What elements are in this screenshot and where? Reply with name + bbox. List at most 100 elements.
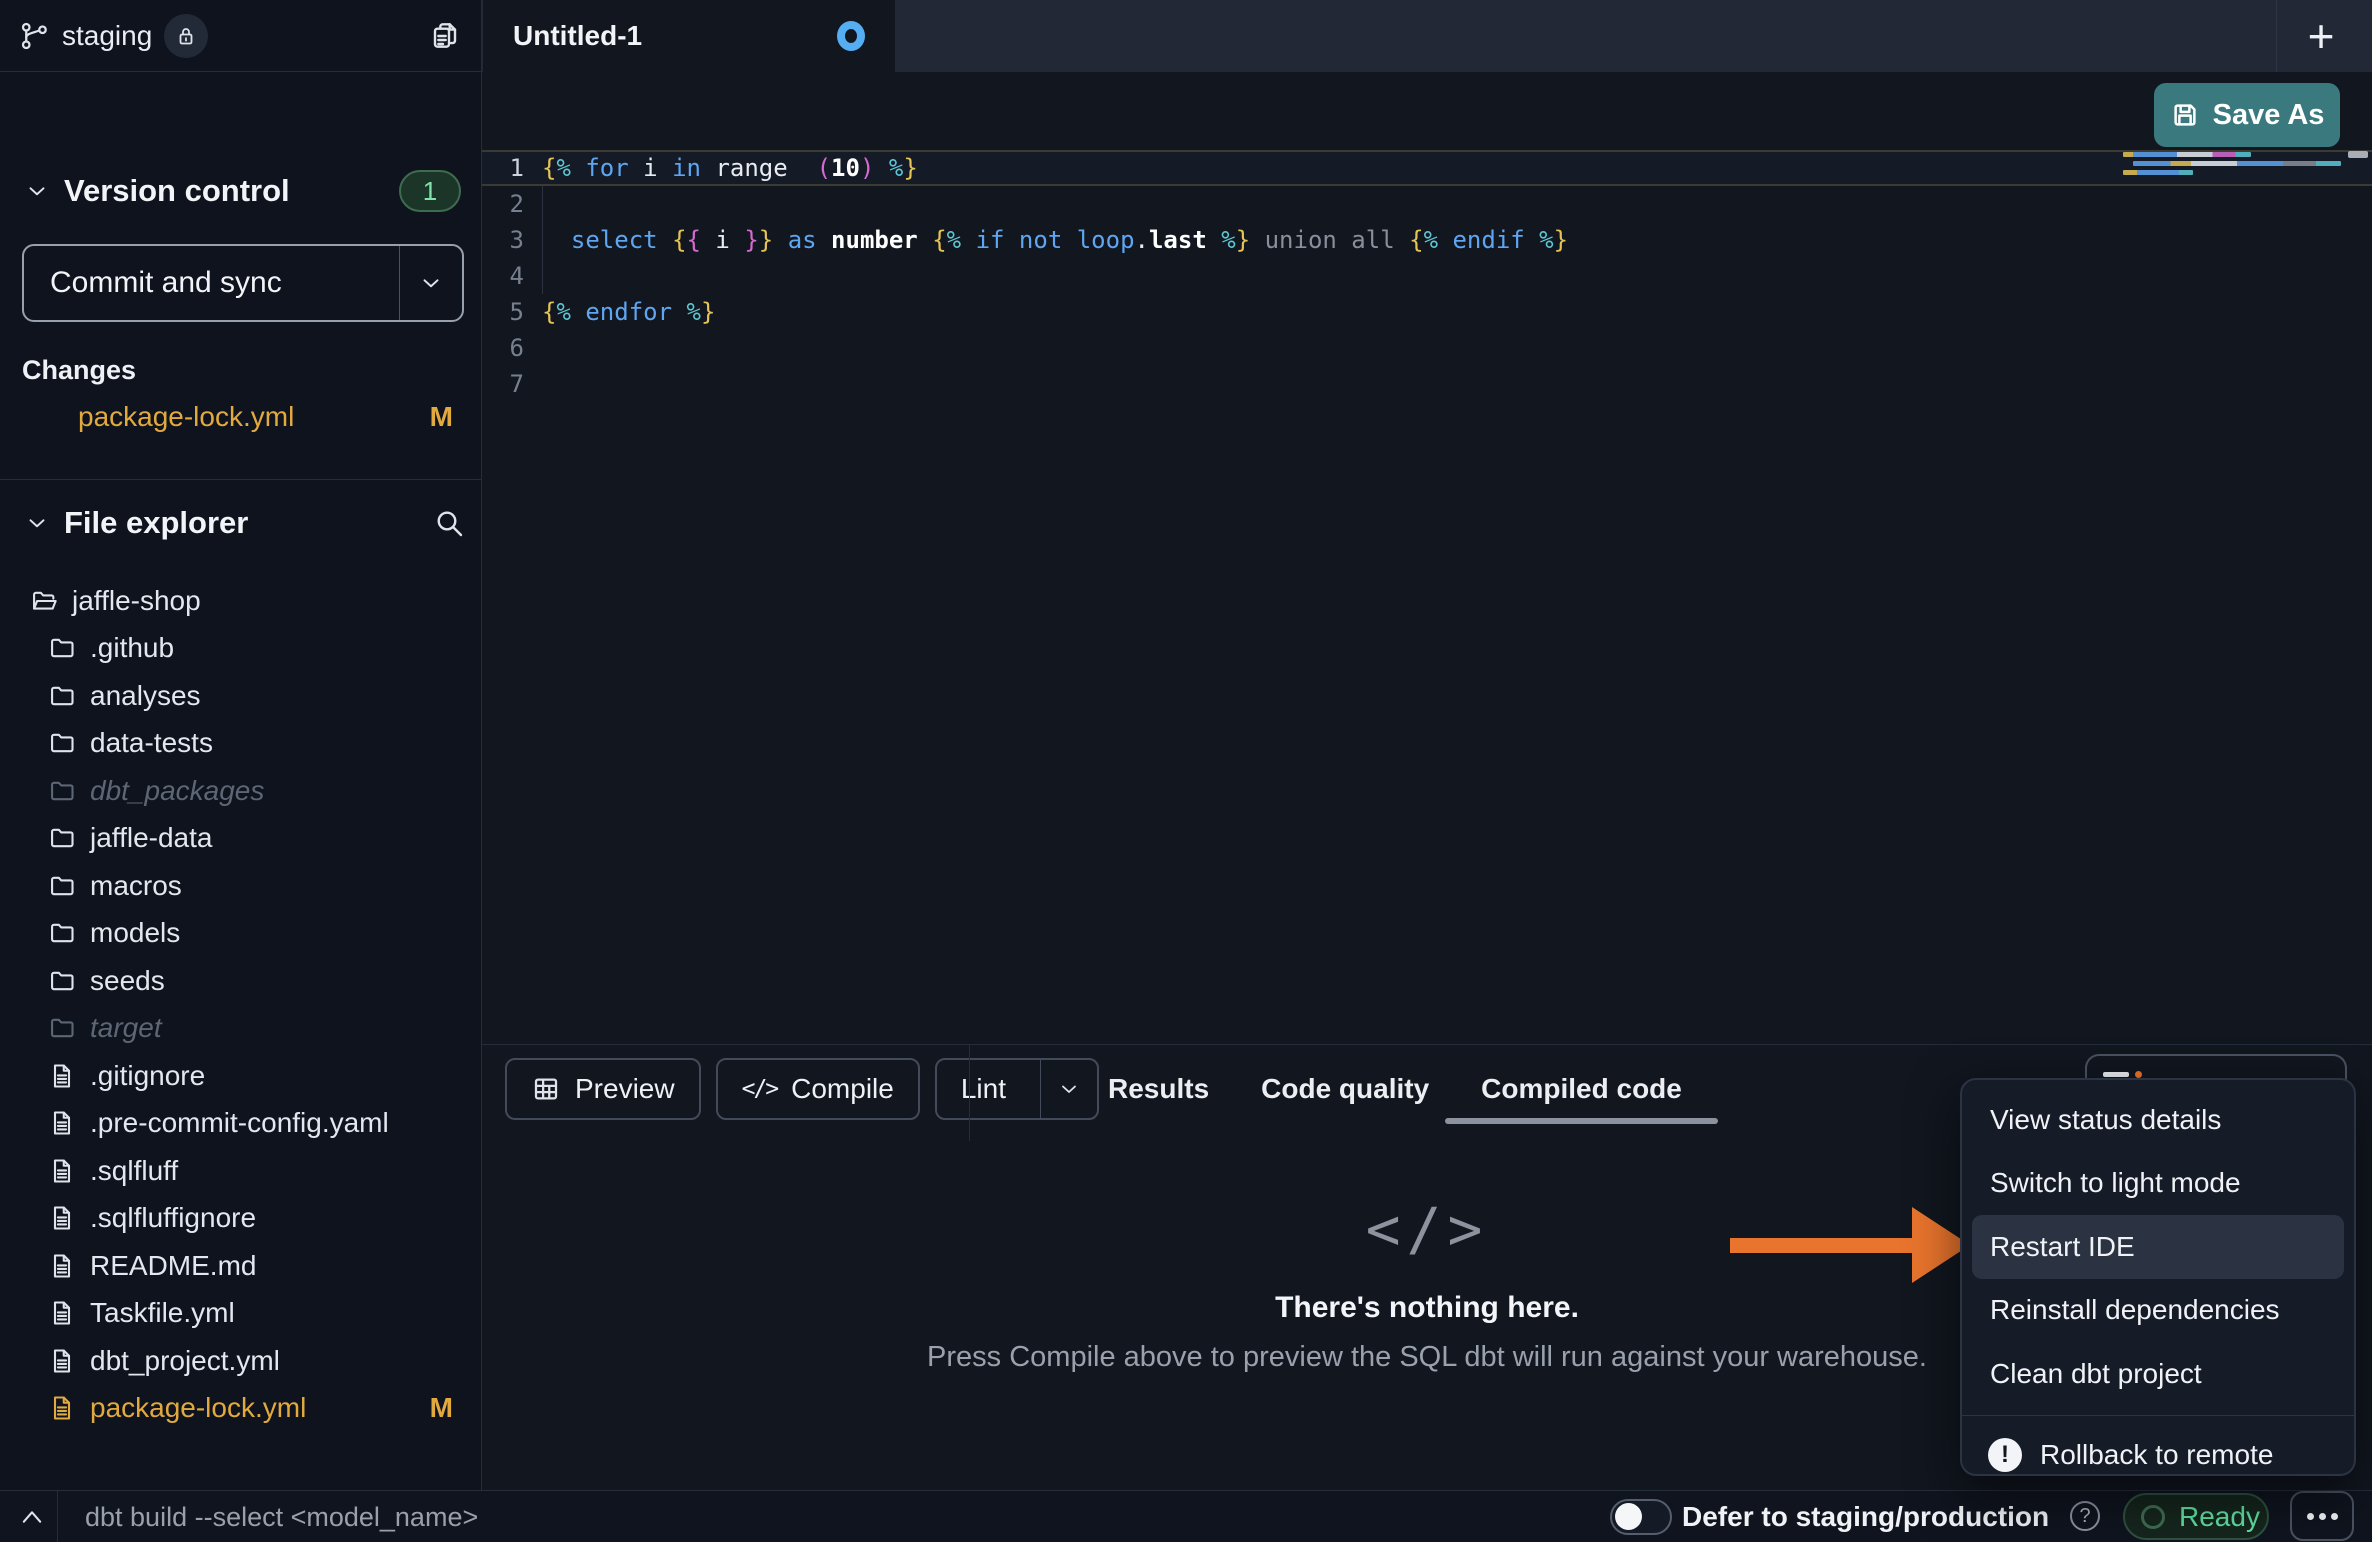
- folder-open-icon: [30, 587, 58, 615]
- file-tree-item--sqlfluffignore[interactable]: .sqlfluffignore: [0, 1195, 481, 1243]
- results-tab-results[interactable]: Results: [1108, 1073, 1209, 1105]
- editor-scrollbar[interactable]: [2348, 151, 2368, 158]
- copy-icon[interactable]: [429, 20, 461, 52]
- changes-label: Changes: [22, 355, 136, 386]
- file-explorer-title: File explorer: [64, 505, 248, 541]
- file-tree-item-package-lock-yml[interactable]: package-lock.yml M: [0, 1385, 481, 1433]
- code-area[interactable]: 1 {% for i in range (10) %} 2 3 select {…: [482, 150, 2372, 1044]
- menu-item-reinstall-dependencies[interactable]: Reinstall dependencies: [1962, 1279, 2354, 1343]
- menu-item-view-status-details[interactable]: View status details: [1962, 1088, 2354, 1152]
- file-tree-item--sqlfluff[interactable]: .sqlfluff: [0, 1147, 481, 1195]
- branch-readonly-chip: [164, 14, 208, 58]
- command-input[interactable]: dbt build --select <model_name>: [85, 1491, 478, 1542]
- file-tree-item--pre-commit-config-yaml[interactable]: .pre-commit-config.yaml: [0, 1100, 481, 1148]
- file-tree-item-label: jaffle-shop: [72, 585, 201, 617]
- file-icon: [48, 1204, 76, 1232]
- folder-icon: [48, 682, 76, 710]
- code-line[interactable]: 2: [482, 186, 2372, 222]
- file-tree-item-macros[interactable]: macros: [0, 862, 481, 910]
- file-tree-item-label: dbt_packages: [90, 775, 264, 807]
- results-tab-compiled-code[interactable]: Compiled code: [1481, 1073, 1682, 1105]
- chevron-down-icon: [24, 178, 50, 204]
- chevron-up-icon[interactable]: [18, 1505, 46, 1529]
- file-icon: [48, 1299, 76, 1327]
- folder-icon: [48, 967, 76, 995]
- minimap[interactable]: [2123, 152, 2345, 179]
- file-tree-item-dbt-packages[interactable]: dbt_packages: [0, 767, 481, 815]
- lint-button[interactable]: Lint: [935, 1058, 1099, 1120]
- modified-badge: M: [430, 1392, 453, 1424]
- menu-item-switch-to-light-mode[interactable]: Switch to light mode: [1962, 1152, 2354, 1216]
- folder-icon: [48, 919, 76, 947]
- search-icon[interactable]: [433, 507, 465, 539]
- file-tree-item-label: data-tests: [90, 727, 213, 759]
- changes-count-badge: 1: [399, 170, 461, 212]
- lint-options-dropdown[interactable]: [1040, 1060, 1097, 1118]
- file-tree-item-data-tests[interactable]: data-tests: [0, 720, 481, 768]
- tab-untitled-1[interactable]: Untitled-1: [483, 0, 895, 72]
- version-control-header[interactable]: Version control 1: [24, 170, 461, 212]
- line-number: 6: [482, 334, 524, 362]
- line-number: 2: [482, 190, 524, 218]
- results-tabs: Results Code quality Compiled code: [1108, 1058, 1682, 1120]
- modified-badge: M: [430, 401, 453, 433]
- menu-divider: [1962, 1415, 2354, 1416]
- menu-item-clean-dbt-project[interactable]: Clean dbt project: [1962, 1342, 2354, 1406]
- file-tree-item-target[interactable]: target: [0, 1005, 481, 1053]
- new-tab-button[interactable]: +: [2278, 0, 2364, 72]
- code-icon: </>: [742, 1076, 778, 1102]
- file-icon: [48, 1109, 76, 1137]
- file-tree-item-label: .github: [90, 632, 174, 664]
- file-tree-item-seeds[interactable]: seeds: [0, 957, 481, 1005]
- defer-label: Defer to staging/production: [1682, 1491, 2049, 1542]
- preview-button[interactable]: Preview: [505, 1058, 701, 1120]
- file-tree-item-dbt-project-yml[interactable]: dbt_project.yml: [0, 1337, 481, 1385]
- results-tab-code-quality[interactable]: Code quality: [1261, 1073, 1429, 1105]
- file-tree-item-label: jaffle-data: [90, 822, 212, 854]
- save-as-button[interactable]: Save As: [2154, 83, 2340, 147]
- file-tree-item-analyses[interactable]: analyses: [0, 672, 481, 720]
- code-line[interactable]: 5 {% endfor %}: [482, 294, 2372, 330]
- file-explorer-header[interactable]: File explorer: [24, 505, 465, 541]
- dbt-ide-app: staging Version control 1 Commit and syn…: [0, 0, 2372, 1542]
- file-tree-item-taskfile-yml[interactable]: Taskfile.yml: [0, 1290, 481, 1338]
- file-tree-item--github[interactable]: .github: [0, 625, 481, 673]
- file-tree-item-models[interactable]: models: [0, 910, 481, 958]
- chevron-down-icon: [24, 510, 50, 536]
- code-line[interactable]: 7: [482, 366, 2372, 402]
- file-tree-item-label: seeds: [90, 965, 165, 997]
- folder-icon: [48, 872, 76, 900]
- file-explorer-section: File explorer jaffle-shop .github: [0, 480, 481, 1490]
- compile-button[interactable]: </> Compile: [716, 1058, 920, 1120]
- line-number: 4: [482, 262, 524, 290]
- help-icon[interactable]: ?: [2070, 1501, 2100, 1531]
- git-branch-icon: [20, 21, 50, 51]
- file-tree-item-jaffle-shop[interactable]: jaffle-shop: [0, 577, 481, 625]
- menu-item-restart-ide[interactable]: Restart IDE: [1972, 1215, 2344, 1279]
- changed-file-name: package-lock.yml: [78, 401, 294, 433]
- file-tree-item--gitignore[interactable]: .gitignore: [0, 1052, 481, 1100]
- code-line[interactable]: 4: [482, 258, 2372, 294]
- more-options-button[interactable]: [2290, 1491, 2354, 1541]
- file-tree-item-readme-md[interactable]: README.md: [0, 1242, 481, 1290]
- commit-and-sync-button[interactable]: Commit and sync: [22, 244, 464, 322]
- file-tree: jaffle-shop .github analyses: [0, 577, 481, 1432]
- line-content: {% for i in range (10) %}: [542, 154, 918, 182]
- menu-item-rollback-to-remote[interactable]: ! Rollback to remote: [1962, 1425, 2354, 1485]
- file-icon: [36, 403, 64, 431]
- file-icon: [48, 1157, 76, 1185]
- code-line[interactable]: 6: [482, 330, 2372, 366]
- folder-icon: [48, 729, 76, 757]
- line-number: 3: [482, 226, 524, 254]
- changed-file-row[interactable]: package-lock.yml M: [36, 395, 461, 439]
- status-ring-icon: [2141, 1505, 2165, 1529]
- file-tree-item-jaffle-data[interactable]: jaffle-data: [0, 815, 481, 863]
- file-tree-item-label: .sqlfluff: [90, 1155, 178, 1187]
- status-badge[interactable]: Ready: [2123, 1493, 2269, 1540]
- file-tree-item-label: macros: [90, 870, 182, 902]
- code-line[interactable]: 1 {% for i in range (10) %}: [482, 150, 2372, 186]
- commit-options-dropdown[interactable]: [399, 246, 462, 320]
- defer-toggle[interactable]: [1610, 1499, 1672, 1535]
- code-lines: 1 {% for i in range (10) %} 2 3 select {…: [482, 150, 2372, 402]
- code-line[interactable]: 3 select {{ i }} as number {% if not loo…: [482, 222, 2372, 258]
